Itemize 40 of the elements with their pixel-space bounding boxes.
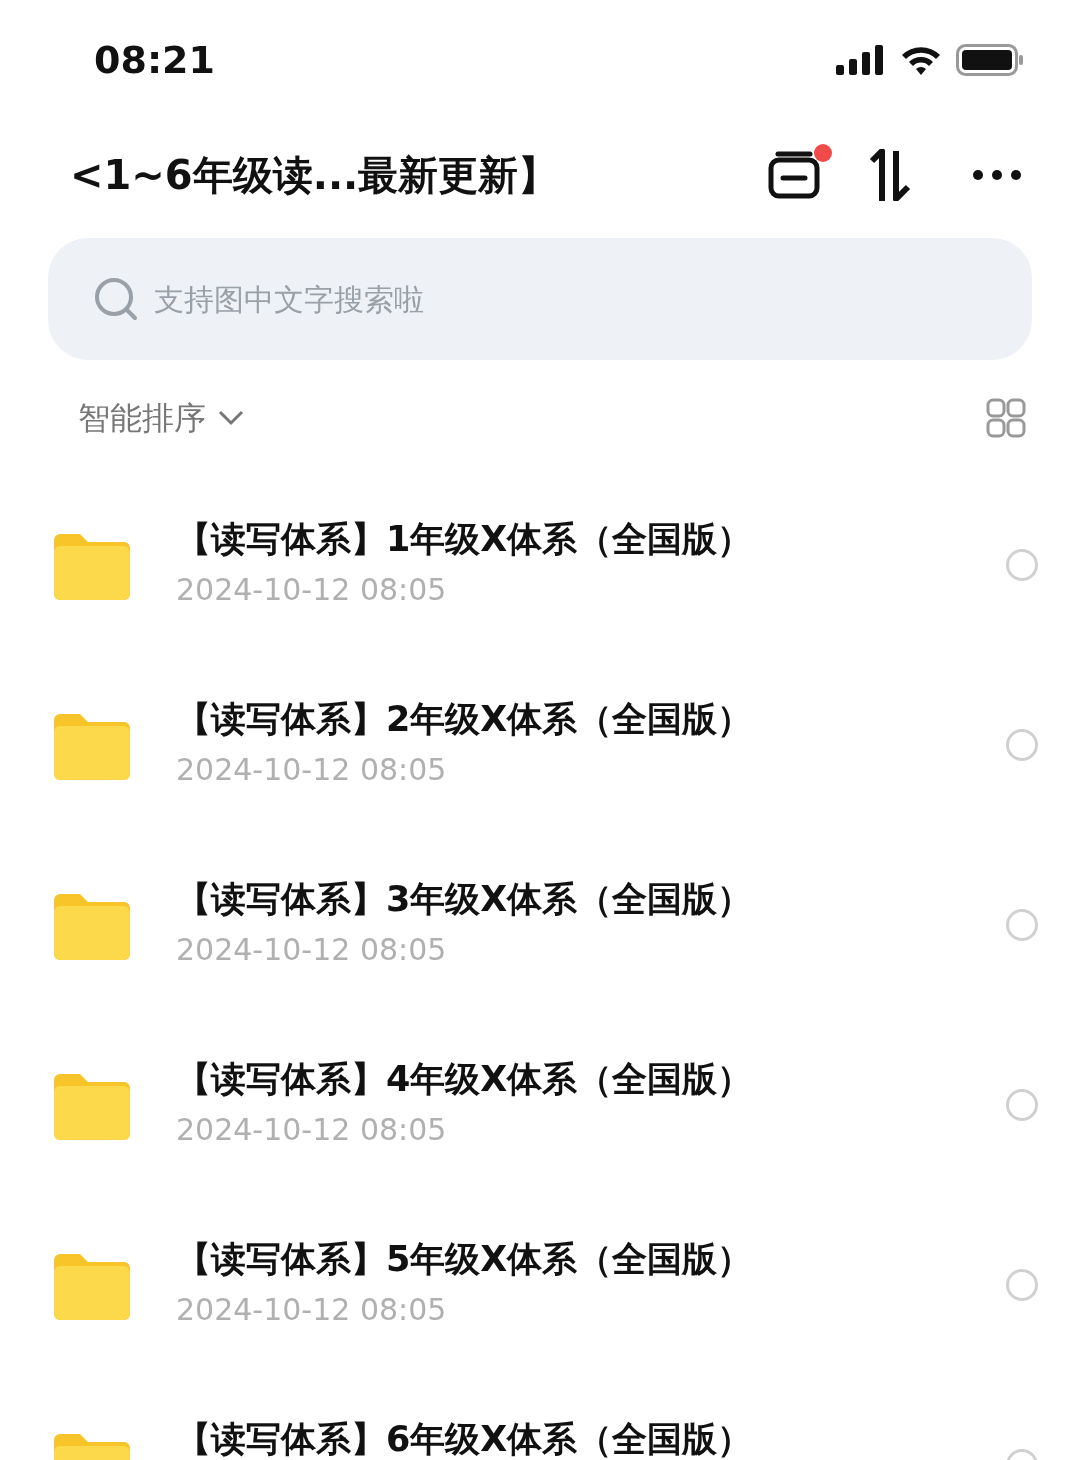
folder-icon xyxy=(52,532,132,602)
wifi-icon xyxy=(900,44,942,76)
select-radio[interactable] xyxy=(1006,549,1038,581)
folder-name: 【读写体系】1年级X体系（全国版） xyxy=(176,519,754,559)
select-radio[interactable] xyxy=(1006,909,1038,941)
folder-row[interactable]: 【读写体系】6年级X体系（全国版） xyxy=(0,1375,1080,1460)
select-radio[interactable] xyxy=(1006,1089,1038,1121)
chevron-down-icon xyxy=(218,409,244,426)
folder-row[interactable]: 【读写体系】2年级X体系（全国版） 2024-10-12 08:05 xyxy=(0,655,1080,835)
folder-date: 2024-10-12 08:05 xyxy=(176,571,448,609)
folder-icon xyxy=(52,1252,132,1322)
folder-name: 【读写体系】2年级X体系（全国版） xyxy=(176,699,754,739)
select-radio[interactable] xyxy=(1006,1269,1038,1301)
search-field[interactable]: 支持图中文字搜索啦 xyxy=(48,238,1032,360)
folder-name: 【读写体系】5年级X体系（全国版） xyxy=(176,1239,754,1279)
status-time: 08:21 xyxy=(94,36,215,84)
folder-row[interactable]: 【读写体系】4年级X体系（全国版） 2024-10-12 08:05 xyxy=(0,1015,1080,1195)
folder-name: 【读写体系】6年级X体系（全国版） xyxy=(176,1419,754,1459)
folder-row[interactable]: 【读写体系】3年级X体系（全国版） 2024-10-12 08:05 xyxy=(0,835,1080,1015)
folder-date: 2024-10-12 08:05 xyxy=(176,1291,448,1329)
folder-row[interactable]: 【读写体系】5年级X体系（全国版） 2024-10-12 08:05 xyxy=(0,1195,1080,1375)
folder-icon xyxy=(52,712,132,782)
back-button[interactable]: < xyxy=(70,145,104,205)
folder-row[interactable]: 【读写体系】1年级X体系（全国版） 2024-10-12 08:05 xyxy=(0,475,1080,655)
folder-name: 【读写体系】4年级X体系（全国版） xyxy=(176,1059,754,1099)
battery-icon xyxy=(956,44,1024,76)
folder-icon xyxy=(52,892,132,962)
tray-icon[interactable] xyxy=(768,150,820,200)
sort-dropdown[interactable]: 智能排序 xyxy=(78,393,244,442)
signal-icon xyxy=(836,45,886,75)
folder-date: 2024-10-12 08:05 xyxy=(176,751,448,789)
folder-icon xyxy=(52,1072,132,1142)
select-radio[interactable] xyxy=(1006,729,1038,761)
folder-title: 1~6年级读...最新更新】 xyxy=(103,151,559,200)
folder-date: 2024-10-12 08:05 xyxy=(176,931,448,969)
folder-date: 2024-10-12 08:05 xyxy=(176,1111,448,1149)
folder-name: 【读写体系】3年级X体系（全国版） xyxy=(176,879,754,919)
search-icon xyxy=(94,277,138,321)
more-icon[interactable] xyxy=(972,169,1022,181)
grid-view-icon[interactable] xyxy=(986,397,1026,438)
